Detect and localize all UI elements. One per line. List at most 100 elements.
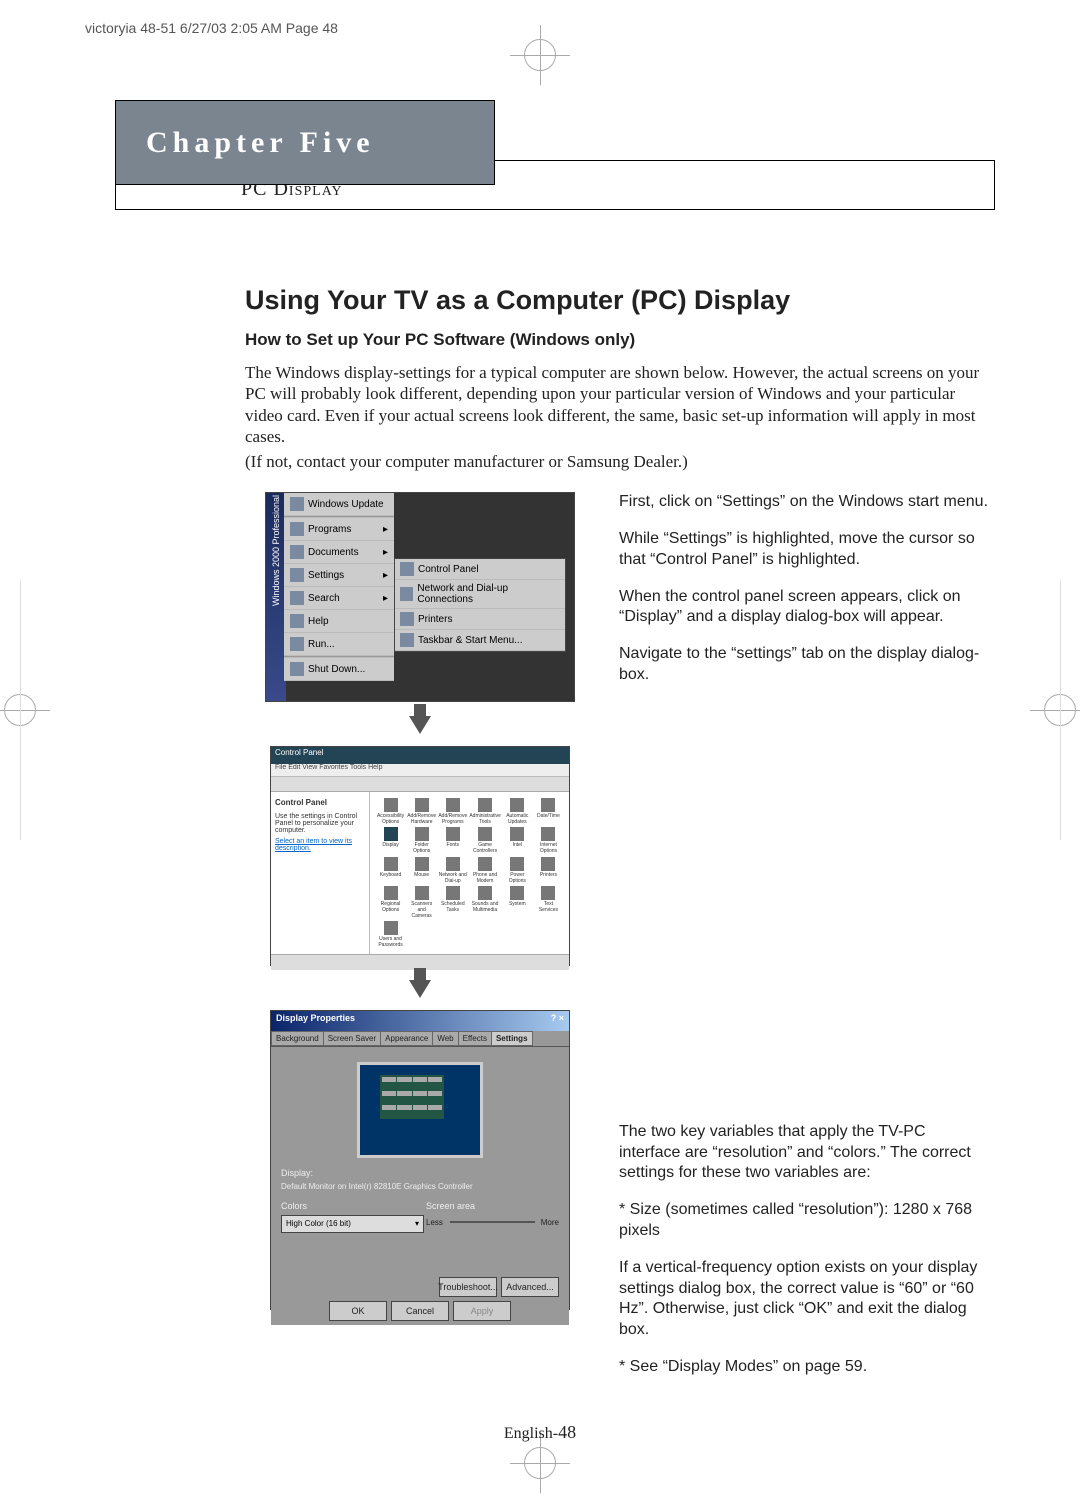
cp-icon[interactable]: Keyboard (376, 857, 405, 884)
cp-icon[interactable]: Internet Options (534, 827, 563, 854)
tab-settings[interactable]: Settings (491, 1031, 533, 1046)
submenu-control-panel[interactable]: Control Panel (395, 559, 565, 580)
dp-close-buttons[interactable]: ? × (551, 1013, 564, 1029)
instruction-1: First, click on “Settings” on the Window… (619, 492, 990, 513)
ok-button[interactable]: OK (329, 1301, 387, 1321)
cp-icon[interactable]: Power Options (503, 857, 532, 884)
cp-icon[interactable]: Intel (503, 827, 532, 854)
cp-icon-glyph (415, 886, 429, 900)
cp-icon[interactable]: Accessibility Options (376, 798, 405, 825)
screenshot-start-menu: Windows 2000 Professional Windows Update… (265, 492, 575, 702)
network-icon (400, 587, 413, 601)
cp-icon-label: Add/Remove Hardware (407, 813, 436, 825)
cp-icon-label: Text Services (534, 901, 563, 913)
cp-icon-glyph (478, 798, 492, 812)
submenu-network[interactable]: Network and Dial-up Connections (395, 580, 565, 609)
dp-title-text: Display Properties (276, 1013, 355, 1029)
cp-icon[interactable]: System (503, 886, 532, 919)
printers-icon (400, 612, 414, 626)
cp-icon-glyph (446, 798, 460, 812)
instructions-column: First, click on “Settings” on the Window… (619, 492, 990, 1394)
start-item-search[interactable]: Search▸ (284, 587, 394, 610)
cp-icon-label: Fonts (447, 842, 460, 848)
cp-icon[interactable]: Game Controllers (469, 827, 500, 854)
cp-icon[interactable]: Scanners and Cameras (407, 886, 436, 919)
cp-icon-label: Keyboard (380, 872, 401, 878)
cp-icon-glyph (510, 886, 524, 900)
crop-mark-top (510, 25, 570, 85)
advanced-button[interactable]: Advanced... (501, 1277, 559, 1297)
cp-icon[interactable]: Automatic Updates (503, 798, 532, 825)
dp-body: Display: Default Monitor on Intel(r) 828… (271, 1047, 569, 1297)
tab-screensaver[interactable]: Screen Saver (323, 1031, 381, 1046)
tab-web[interactable]: Web (432, 1031, 458, 1046)
tab-effects[interactable]: Effects (458, 1031, 492, 1046)
cp-icon[interactable]: Printers (534, 857, 563, 884)
cp-icon[interactable]: Network and Dial-up (438, 857, 467, 884)
page-footer: English-48 (0, 1422, 1080, 1443)
cp-icon[interactable]: Scheduled Tasks (438, 886, 467, 919)
cp-icon[interactable]: Mouse (407, 857, 436, 884)
dp-colors-select[interactable]: High Color (16 bit)▾ (281, 1215, 424, 1233)
cancel-button[interactable]: Cancel (391, 1301, 449, 1321)
cp-icon-label: Scheduled Tasks (438, 901, 467, 913)
chevron-down-icon: ▾ (415, 1216, 419, 1232)
cp-icon[interactable]: Users and Passwords (376, 921, 405, 948)
cp-icon[interactable]: Administrative Tools (469, 798, 500, 825)
cp-icon[interactable]: Fonts (438, 827, 467, 854)
dp-colors-label: Colors (281, 1201, 414, 1211)
cp-icon[interactable]: Text Services (534, 886, 563, 919)
cp-icon-label: Date/Time (537, 813, 560, 819)
cp-icon-label: Internet Options (534, 842, 563, 854)
cp-icon-glyph (510, 857, 524, 871)
start-item-programs[interactable]: Programs▸ (284, 518, 394, 541)
body-text-2: (If not, contact your computer manufactu… (245, 451, 990, 472)
cp-icon[interactable]: Add/Remove Programs (438, 798, 467, 825)
start-item-shutdown[interactable]: Shut Down... (284, 658, 394, 681)
crop-mark-right (1030, 680, 1080, 740)
cp-icon-glyph (446, 886, 460, 900)
start-items: Windows Update Programs▸ Documents▸ Sett… (284, 493, 394, 681)
tab-background[interactable]: Background (271, 1031, 324, 1046)
cp-icon[interactable]: Phone and Modem (469, 857, 500, 884)
cp-icon-label: System (509, 901, 526, 907)
cp-side-link[interactable]: Select an item to view its description. (275, 838, 365, 852)
cp-icon[interactable]: Regional Options (376, 886, 405, 919)
control-panel-icon (400, 562, 414, 576)
troubleshoot-button[interactable]: Troubleshoot... (439, 1277, 497, 1297)
dp-titlebar: Display Properties ? × (271, 1011, 569, 1031)
print-slug: victoryia 48-51 6/27/03 2:05 AM Page 48 (85, 20, 338, 36)
screenshot-control-panel: Control Panel File Edit View Favorites T… (270, 746, 570, 966)
cp-icon-glyph (384, 857, 398, 871)
dp-display-value: Default Monitor on Intel(r) 82810E Graph… (281, 1182, 559, 1191)
programs-icon (290, 522, 304, 536)
start-item-documents[interactable]: Documents▸ (284, 541, 394, 564)
apply-button[interactable]: Apply (453, 1301, 511, 1321)
page-heading: Using Your TV as a Computer (PC) Display (245, 285, 990, 316)
taskbar-icon (400, 633, 414, 647)
instruction-2: While “Settings” is highlighted, move th… (619, 529, 990, 571)
cp-icon[interactable]: Folder Options (407, 827, 436, 854)
footer-lang: English- (504, 1425, 558, 1442)
screenshot-display-properties: Display Properties ? × Background Screen… (270, 1010, 570, 1310)
dp-tabs: Background Screen Saver Appearance Web E… (271, 1031, 569, 1047)
submenu-printers[interactable]: Printers (395, 609, 565, 630)
cp-icon-label: Mouse (414, 872, 429, 878)
cp-side-title: Control Panel (275, 798, 365, 807)
start-item-run[interactable]: Run... (284, 633, 394, 656)
cp-icon[interactable]: Date/Time (534, 798, 563, 825)
tab-appearance[interactable]: Appearance (380, 1031, 433, 1046)
cp-icon-label: Network and Dial-up (438, 872, 467, 884)
cp-icon[interactable]: Sounds and Multimedia (469, 886, 500, 919)
start-item-help[interactable]: Help (284, 610, 394, 633)
cp-icon[interactable]: Display (376, 827, 405, 854)
cp-icon-label: Add/Remove Programs (438, 813, 467, 825)
cp-side-panel: Control Panel Use the settings in Contro… (271, 792, 370, 954)
start-item-settings[interactable]: Settings▸ (284, 564, 394, 587)
submenu-taskbar[interactable]: Taskbar & Start Menu... (395, 630, 565, 651)
help-icon (290, 614, 304, 628)
cp-icon[interactable]: Add/Remove Hardware (407, 798, 436, 825)
start-item-windows-update[interactable]: Windows Update (284, 493, 394, 516)
instruction-4: Navigate to the “settings” tab on the di… (619, 644, 990, 686)
dp-area-slider[interactable]: Less More (426, 1215, 559, 1229)
